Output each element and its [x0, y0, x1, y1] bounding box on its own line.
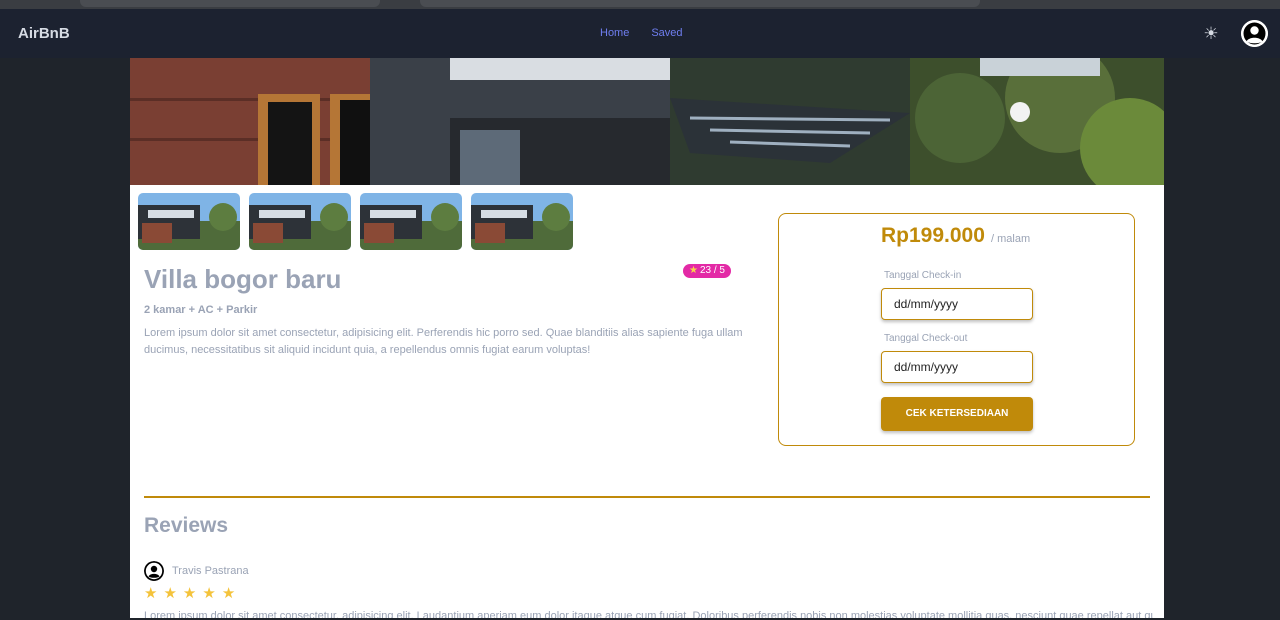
user-avatar-icon[interactable] — [1241, 20, 1268, 47]
reviewer-avatar-icon — [144, 561, 164, 581]
sun-icon[interactable]: ☀ — [1202, 25, 1220, 43]
reviews-title: Reviews — [144, 514, 229, 537]
star-icon: ★ — [144, 585, 158, 602]
star-icon: ★ — [221, 585, 236, 602]
star-icon: ★ — [689, 265, 698, 276]
gallery-thumbnail[interactable] — [249, 193, 351, 250]
listing-card: Villa bogor baru ★ 23 / 5 2 kamar + AC +… — [130, 58, 1164, 618]
thumbnail-gallery — [138, 193, 573, 250]
rating-badge: ★ 23 / 5 — [683, 264, 731, 278]
review-stars: ★ ★ ★ ★ ★ — [144, 586, 235, 602]
star-icon: ★ — [182, 585, 197, 602]
checkout-date-input[interactable]: dd/mm/yyyy — [881, 351, 1033, 383]
price: Rp199.000 — [881, 224, 985, 247]
section-divider — [144, 496, 1150, 498]
gallery-thumbnail[interactable] — [471, 193, 573, 250]
checkout-label: Tanggal Check-out — [884, 333, 968, 344]
nav-links: Home Saved — [600, 27, 705, 39]
checkin-label: Tanggal Check-in — [884, 270, 962, 281]
brand-logo[interactable]: AirBnB — [18, 25, 70, 42]
listing-title: Villa bogor baru — [144, 264, 342, 294]
review-text: Lorem ipsum dolor sit amet consectetur, … — [144, 610, 1154, 618]
gallery-thumbnail[interactable] — [138, 193, 240, 250]
hero-photo — [130, 58, 1164, 185]
nav-link-home[interactable]: Home — [600, 27, 629, 39]
booking-panel: Rp199.000 / malam Tanggal Check-in dd/mm… — [778, 213, 1135, 446]
window-top-strip — [0, 0, 1280, 9]
star-icon: ★ — [163, 585, 177, 602]
star-icon: ★ — [202, 585, 216, 602]
gallery-thumbnail[interactable] — [360, 193, 462, 250]
rating-value: 23 / 5 — [699, 265, 725, 276]
listing-amenities: 2 kamar + AC + Parkir — [144, 304, 258, 316]
check-availability-button[interactable]: CEK KETERSEDIAAN — [881, 397, 1033, 431]
price-unit: / malam — [991, 233, 1031, 245]
nav-link-saved[interactable]: Saved — [651, 27, 682, 39]
navbar: AirBnB Home Saved ☀ — [0, 9, 1280, 58]
browser-tab[interactable] — [420, 0, 980, 7]
listing-description: Lorem ipsum dolor sit amet consectetur, … — [144, 327, 743, 356]
checkin-date-input[interactable]: dd/mm/yyyy — [881, 288, 1033, 320]
reviewer-name: Travis Pastrana — [172, 565, 249, 577]
browser-tab[interactable] — [80, 0, 380, 7]
